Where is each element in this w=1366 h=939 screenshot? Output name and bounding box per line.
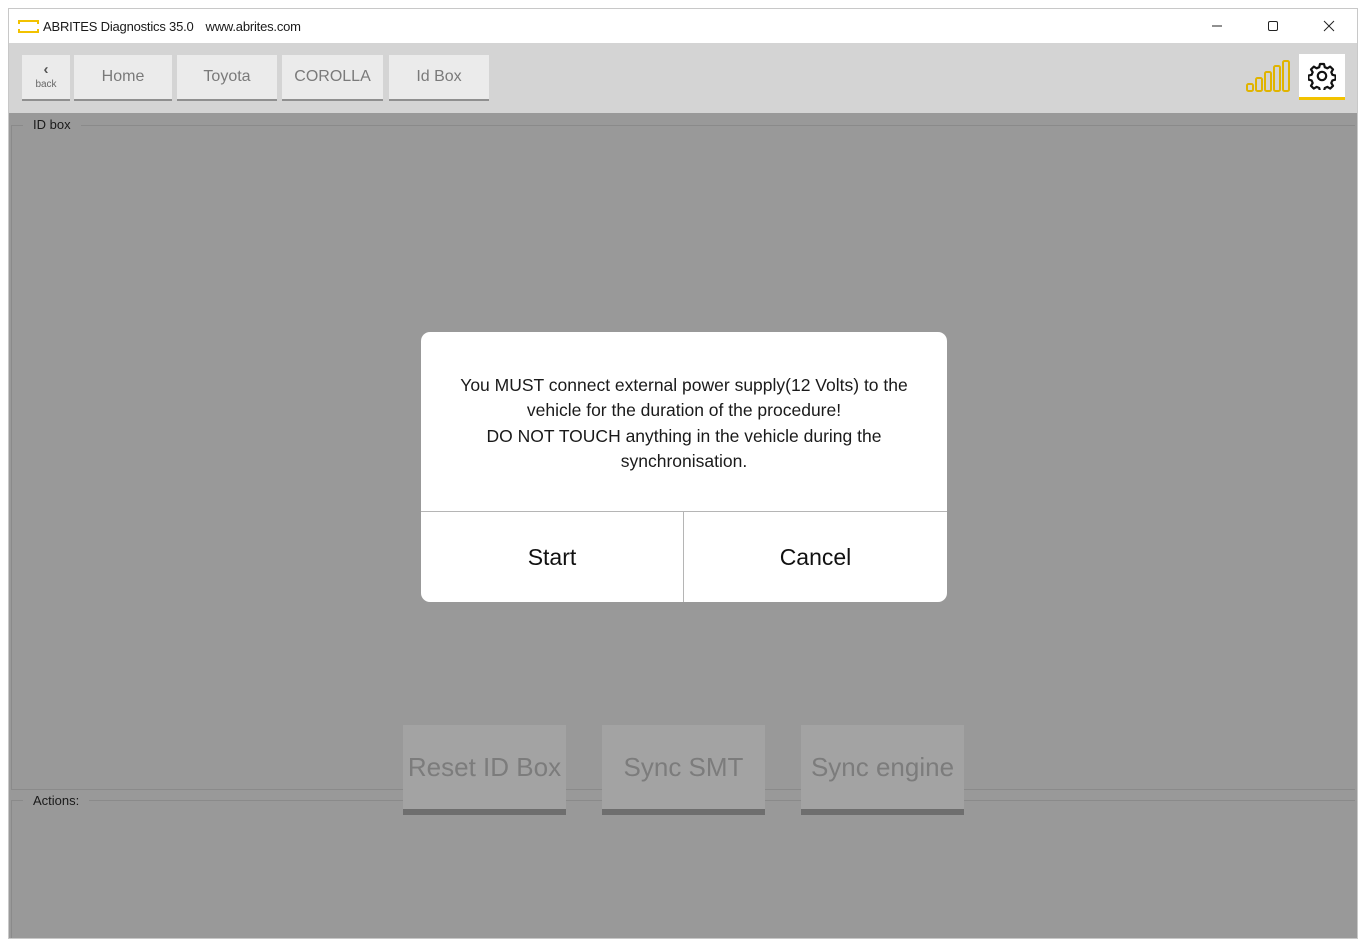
- id-box-section-label: ID box: [23, 117, 81, 132]
- breadcrumb-id-box[interactable]: Id Box: [389, 55, 489, 101]
- minimize-button[interactable]: [1189, 9, 1245, 43]
- sync-engine-button[interactable]: Sync engine: [801, 725, 964, 815]
- actions-frame-left: [11, 800, 12, 938]
- window-controls: [1189, 9, 1357, 43]
- breadcrumb-home[interactable]: Home: [74, 55, 172, 101]
- settings-button[interactable]: [1299, 54, 1345, 100]
- close-icon: [1323, 20, 1335, 32]
- reset-id-box-button[interactable]: Reset ID Box: [403, 725, 566, 815]
- cancel-button[interactable]: Cancel: [684, 512, 947, 602]
- chevron-left-icon: ‹: [43, 61, 49, 78]
- breadcrumb-corolla[interactable]: COROLLA: [282, 55, 383, 101]
- window-title: ABRITES Diagnostics 35.0: [43, 18, 194, 34]
- close-button[interactable]: [1301, 9, 1357, 43]
- dialog-message-line: synchronisation.: [620, 451, 748, 471]
- dialog-message-line: vehicle for the duration of the procedur…: [526, 400, 842, 420]
- back-button[interactable]: ‹ back: [22, 55, 70, 101]
- app-window: ABRITES Diagnostics 35.0 www.abrites.com…: [8, 8, 1358, 939]
- back-label: back: [35, 79, 57, 90]
- actions-section-label: Actions:: [23, 793, 90, 808]
- navigation-bar: ‹ back Home Toyota COROLLA Id Box: [9, 43, 1357, 113]
- maximize-icon: [1268, 21, 1278, 31]
- id-box-frame-line: [11, 125, 1355, 126]
- dialog-message-line: You MUST connect external power supply(1…: [460, 374, 908, 395]
- breadcrumb-toyota[interactable]: Toyota: [177, 55, 277, 101]
- window-url: www.abrites.com: [205, 18, 301, 34]
- dialog-message-line: DO NOT TOUCH anything in the vehicle dur…: [486, 425, 882, 446]
- maximize-button[interactable]: [1245, 9, 1301, 43]
- confirmation-dialog: You MUST connect external power supply(1…: [421, 332, 947, 602]
- dialog-message: You MUST connect external power supply(1…: [421, 332, 947, 511]
- abrites-logo-icon: [18, 19, 39, 33]
- id-box-frame-left: [11, 125, 12, 789]
- sync-smt-button[interactable]: Sync SMT: [602, 725, 765, 815]
- minimize-icon: [1212, 25, 1222, 27]
- start-button[interactable]: Start: [421, 512, 683, 602]
- title-bar: ABRITES Diagnostics 35.0 www.abrites.com: [9, 9, 1357, 43]
- signal-strength-icon: [1246, 60, 1290, 92]
- gear-icon: [1308, 62, 1336, 90]
